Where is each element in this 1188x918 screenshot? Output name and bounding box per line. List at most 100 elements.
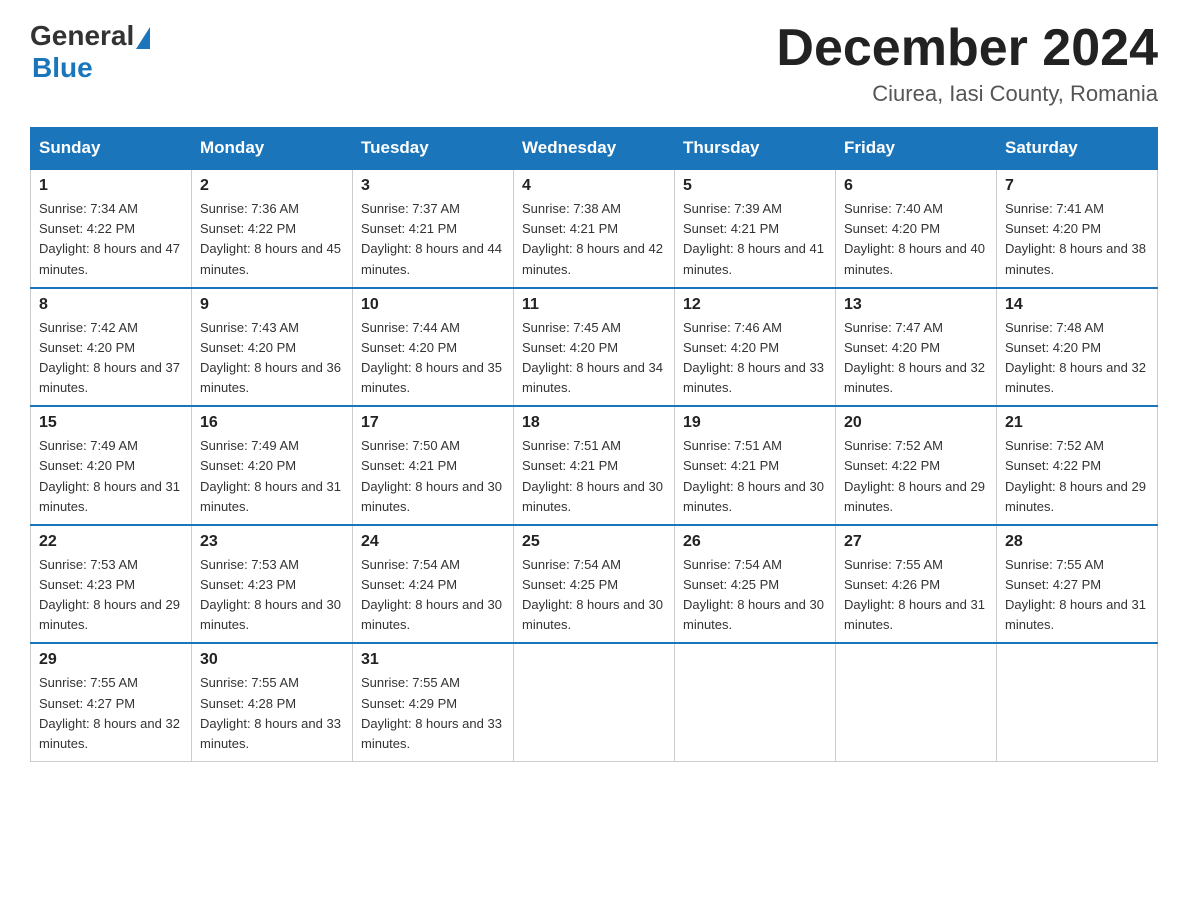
daylight-label: Daylight: 8 hours and 34 minutes. bbox=[522, 360, 663, 395]
day-info: Sunrise: 7:48 AM Sunset: 4:20 PM Dayligh… bbox=[1005, 318, 1149, 399]
day-of-week-header: Thursday bbox=[675, 128, 836, 170]
calendar-day-cell: 16 Sunrise: 7:49 AM Sunset: 4:20 PM Dayl… bbox=[192, 406, 353, 525]
sunset-label: Sunset: 4:21 PM bbox=[361, 221, 457, 236]
day-info: Sunrise: 7:38 AM Sunset: 4:21 PM Dayligh… bbox=[522, 199, 666, 280]
sunrise-label: Sunrise: 7:53 AM bbox=[39, 557, 138, 572]
sunrise-label: Sunrise: 7:39 AM bbox=[683, 201, 782, 216]
day-info: Sunrise: 7:54 AM Sunset: 4:24 PM Dayligh… bbox=[361, 555, 505, 636]
day-number: 29 bbox=[39, 651, 183, 669]
sunrise-label: Sunrise: 7:49 AM bbox=[39, 438, 138, 453]
day-number: 14 bbox=[1005, 296, 1149, 314]
sunrise-label: Sunrise: 7:55 AM bbox=[844, 557, 943, 572]
day-number: 15 bbox=[39, 414, 183, 432]
day-info: Sunrise: 7:39 AM Sunset: 4:21 PM Dayligh… bbox=[683, 199, 827, 280]
calendar-day-cell: 12 Sunrise: 7:46 AM Sunset: 4:20 PM Dayl… bbox=[675, 288, 836, 407]
day-number: 4 bbox=[522, 177, 666, 195]
day-number: 17 bbox=[361, 414, 505, 432]
daylight-label: Daylight: 8 hours and 40 minutes. bbox=[844, 241, 985, 276]
sunrise-label: Sunrise: 7:38 AM bbox=[522, 201, 621, 216]
daylight-label: Daylight: 8 hours and 41 minutes. bbox=[683, 241, 824, 276]
calendar-day-cell: 25 Sunrise: 7:54 AM Sunset: 4:25 PM Dayl… bbox=[514, 525, 675, 644]
daylight-label: Daylight: 8 hours and 45 minutes. bbox=[200, 241, 341, 276]
sunset-label: Sunset: 4:20 PM bbox=[200, 340, 296, 355]
sunset-label: Sunset: 4:23 PM bbox=[39, 577, 135, 592]
daylight-label: Daylight: 8 hours and 31 minutes. bbox=[844, 597, 985, 632]
daylight-label: Daylight: 8 hours and 47 minutes. bbox=[39, 241, 180, 276]
day-number: 10 bbox=[361, 296, 505, 314]
sunset-label: Sunset: 4:22 PM bbox=[39, 221, 135, 236]
sunset-label: Sunset: 4:20 PM bbox=[522, 340, 618, 355]
day-info: Sunrise: 7:42 AM Sunset: 4:20 PM Dayligh… bbox=[39, 318, 183, 399]
sunset-label: Sunset: 4:21 PM bbox=[683, 458, 779, 473]
day-number: 9 bbox=[200, 296, 344, 314]
month-title: December 2024 bbox=[776, 20, 1158, 77]
day-number: 18 bbox=[522, 414, 666, 432]
day-number: 25 bbox=[522, 533, 666, 551]
calendar-day-cell: 7 Sunrise: 7:41 AM Sunset: 4:20 PM Dayli… bbox=[997, 169, 1158, 288]
calendar-day-cell: 18 Sunrise: 7:51 AM Sunset: 4:21 PM Dayl… bbox=[514, 406, 675, 525]
daylight-label: Daylight: 8 hours and 30 minutes. bbox=[200, 597, 341, 632]
sunset-label: Sunset: 4:20 PM bbox=[39, 340, 135, 355]
calendar-day-cell bbox=[675, 643, 836, 761]
day-number: 19 bbox=[683, 414, 827, 432]
sunset-label: Sunset: 4:20 PM bbox=[844, 340, 940, 355]
day-number: 22 bbox=[39, 533, 183, 551]
daylight-label: Daylight: 8 hours and 35 minutes. bbox=[361, 360, 502, 395]
calendar-day-cell: 11 Sunrise: 7:45 AM Sunset: 4:20 PM Dayl… bbox=[514, 288, 675, 407]
sunrise-label: Sunrise: 7:55 AM bbox=[39, 675, 138, 690]
day-number: 12 bbox=[683, 296, 827, 314]
daylight-label: Daylight: 8 hours and 42 minutes. bbox=[522, 241, 663, 276]
day-info: Sunrise: 7:41 AM Sunset: 4:20 PM Dayligh… bbox=[1005, 199, 1149, 280]
calendar-day-cell: 1 Sunrise: 7:34 AM Sunset: 4:22 PM Dayli… bbox=[31, 169, 192, 288]
sunset-label: Sunset: 4:20 PM bbox=[1005, 221, 1101, 236]
location-text: Ciurea, Iasi County, Romania bbox=[776, 81, 1158, 107]
day-of-week-header: Wednesday bbox=[514, 128, 675, 170]
sunrise-label: Sunrise: 7:36 AM bbox=[200, 201, 299, 216]
daylight-label: Daylight: 8 hours and 32 minutes. bbox=[39, 716, 180, 751]
sunrise-label: Sunrise: 7:34 AM bbox=[39, 201, 138, 216]
sunset-label: Sunset: 4:21 PM bbox=[522, 221, 618, 236]
sunrise-label: Sunrise: 7:43 AM bbox=[200, 320, 299, 335]
calendar-day-cell: 24 Sunrise: 7:54 AM Sunset: 4:24 PM Dayl… bbox=[353, 525, 514, 644]
day-number: 11 bbox=[522, 296, 666, 314]
daylight-label: Daylight: 8 hours and 30 minutes. bbox=[522, 597, 663, 632]
calendar-day-cell: 8 Sunrise: 7:42 AM Sunset: 4:20 PM Dayli… bbox=[31, 288, 192, 407]
sunrise-label: Sunrise: 7:51 AM bbox=[683, 438, 782, 453]
sunset-label: Sunset: 4:24 PM bbox=[361, 577, 457, 592]
sunrise-label: Sunrise: 7:53 AM bbox=[200, 557, 299, 572]
day-number: 23 bbox=[200, 533, 344, 551]
calendar-day-cell: 20 Sunrise: 7:52 AM Sunset: 4:22 PM Dayl… bbox=[836, 406, 997, 525]
sunrise-label: Sunrise: 7:49 AM bbox=[200, 438, 299, 453]
sunset-label: Sunset: 4:21 PM bbox=[683, 221, 779, 236]
calendar-week-row: 22 Sunrise: 7:53 AM Sunset: 4:23 PM Dayl… bbox=[31, 525, 1158, 644]
sunset-label: Sunset: 4:25 PM bbox=[683, 577, 779, 592]
day-info: Sunrise: 7:55 AM Sunset: 4:29 PM Dayligh… bbox=[361, 673, 505, 754]
sunset-label: Sunset: 4:28 PM bbox=[200, 696, 296, 711]
day-info: Sunrise: 7:55 AM Sunset: 4:26 PM Dayligh… bbox=[844, 555, 988, 636]
sunrise-label: Sunrise: 7:55 AM bbox=[1005, 557, 1104, 572]
sunrise-label: Sunrise: 7:46 AM bbox=[683, 320, 782, 335]
daylight-label: Daylight: 8 hours and 29 minutes. bbox=[844, 479, 985, 514]
day-number: 8 bbox=[39, 296, 183, 314]
calendar-day-cell: 30 Sunrise: 7:55 AM Sunset: 4:28 PM Dayl… bbox=[192, 643, 353, 761]
day-number: 5 bbox=[683, 177, 827, 195]
sunrise-label: Sunrise: 7:37 AM bbox=[361, 201, 460, 216]
day-number: 6 bbox=[844, 177, 988, 195]
sunrise-label: Sunrise: 7:54 AM bbox=[522, 557, 621, 572]
sunrise-label: Sunrise: 7:48 AM bbox=[1005, 320, 1104, 335]
calendar-day-cell: 29 Sunrise: 7:55 AM Sunset: 4:27 PM Dayl… bbox=[31, 643, 192, 761]
daylight-label: Daylight: 8 hours and 31 minutes. bbox=[1005, 597, 1146, 632]
calendar-day-cell: 15 Sunrise: 7:49 AM Sunset: 4:20 PM Dayl… bbox=[31, 406, 192, 525]
day-number: 26 bbox=[683, 533, 827, 551]
day-number: 3 bbox=[361, 177, 505, 195]
calendar-day-cell: 5 Sunrise: 7:39 AM Sunset: 4:21 PM Dayli… bbox=[675, 169, 836, 288]
day-info: Sunrise: 7:37 AM Sunset: 4:21 PM Dayligh… bbox=[361, 199, 505, 280]
logo: General Blue bbox=[30, 20, 150, 84]
daylight-label: Daylight: 8 hours and 29 minutes. bbox=[39, 597, 180, 632]
sunset-label: Sunset: 4:20 PM bbox=[683, 340, 779, 355]
sunset-label: Sunset: 4:29 PM bbox=[361, 696, 457, 711]
day-of-week-header: Tuesday bbox=[353, 128, 514, 170]
day-number: 21 bbox=[1005, 414, 1149, 432]
sunset-label: Sunset: 4:26 PM bbox=[844, 577, 940, 592]
sunrise-label: Sunrise: 7:40 AM bbox=[844, 201, 943, 216]
